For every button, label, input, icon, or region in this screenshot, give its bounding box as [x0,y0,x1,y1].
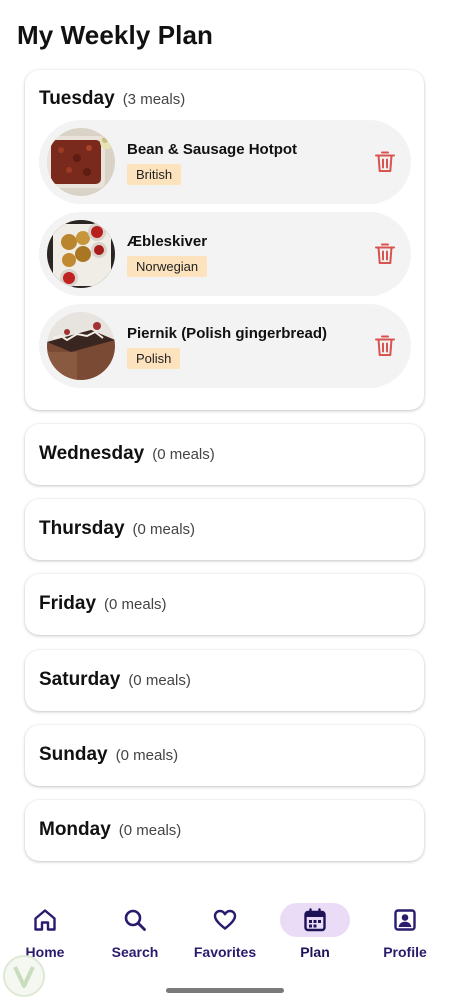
cuisine-tag: British [127,164,182,185]
day-header[interactable]: Thursday (0 meals) [39,518,195,540]
day-header[interactable]: Friday (0 meals) [39,593,167,615]
cuisine-tag: Norwegian [127,256,208,277]
meal-count: (0 meals) [115,747,179,764]
meal-title: Piernik (Polish gingerbread) [127,325,328,342]
nav-icon-wrap [10,903,80,937]
day-header[interactable]: Tuesday (3 meals) [39,88,185,110]
day-name: Friday [39,593,97,614]
meal-image [47,128,115,196]
meal-count: (0 meals) [118,822,182,839]
meal-count: (0 meals) [152,446,215,463]
meal-image [47,220,115,288]
day-card-friday[interactable]: Friday (0 meals) [25,574,424,635]
nav-search[interactable]: Search [90,890,180,970]
day-name: Saturday [39,669,121,690]
nav-icon-wrap [370,903,440,937]
meal-count: (0 meals) [128,672,191,689]
day-card-thursday[interactable]: Thursday (0 meals) [25,499,424,560]
bottom-nav: Home Search Favorites Plan Profile [0,890,450,970]
day-card-wednesday[interactable]: Wednesday (0 meals) [25,424,424,485]
nav-label: Search [111,944,159,960]
meal-item[interactable]: Bean & Sausage Hotpot British [39,120,411,204]
home-icon [34,909,56,931]
day-card-tuesday[interactable]: Tuesday (3 meals) Bean & Sausage Hotpot … [25,70,424,410]
trash-icon [375,335,395,356]
day-card-saturday[interactable]: Saturday (0 meals) [25,650,424,711]
search-icon [124,909,146,931]
day-name: Monday [39,819,111,840]
trash-icon [375,151,395,172]
trash-icon [375,243,395,264]
day-name: Thursday [39,518,125,539]
page-title: My Weekly Plan [17,20,214,50]
day-header[interactable]: Sunday (0 meals) [39,744,178,766]
nav-label: Plan [300,944,330,960]
day-name: Sunday [39,744,108,765]
nav-label: Favorites [193,944,257,960]
nav-plan[interactable]: Plan [270,890,360,970]
meal-title: Bean & Sausage Hotpot [127,141,298,158]
day-card-sunday[interactable]: Sunday (0 meals) [25,725,424,786]
day-header[interactable]: Monday (0 meals) [39,819,181,841]
nav-label: Profile [383,944,427,960]
delete-meal-button[interactable] [373,334,397,358]
meal-image [47,312,115,380]
day-card-monday[interactable]: Monday (0 meals) [25,800,424,861]
nav-favorites[interactable]: Favorites [180,890,270,970]
meal-item[interactable]: Æbleskiver Norwegian [39,212,411,296]
heart-icon [213,909,237,930]
nav-icon-wrap [280,903,350,937]
meal-title: Æbleskiver [127,233,208,250]
day-header[interactable]: Wednesday (0 meals) [39,443,215,465]
nav-icon-wrap [190,903,260,937]
day-name: Tuesday [39,88,115,109]
meal-item[interactable]: Piernik (Polish gingerbread) Polish [39,304,411,388]
meal-count: (0 meals) [104,596,167,613]
home-indicator[interactable] [166,988,284,993]
meal-count: (0 meals) [132,521,196,538]
day-header[interactable]: Saturday (0 meals) [39,669,191,691]
delete-meal-button[interactable] [373,242,397,266]
watermark-logo [2,954,46,998]
profile-icon [394,909,416,931]
cuisine-tag: Polish [127,348,181,369]
delete-meal-button[interactable] [373,150,397,174]
meal-count: (3 meals) [122,91,186,108]
nav-profile[interactable]: Profile [360,890,450,970]
day-name: Wednesday [39,443,145,464]
nav-icon-wrap [100,903,170,937]
calendar-icon [304,908,326,932]
